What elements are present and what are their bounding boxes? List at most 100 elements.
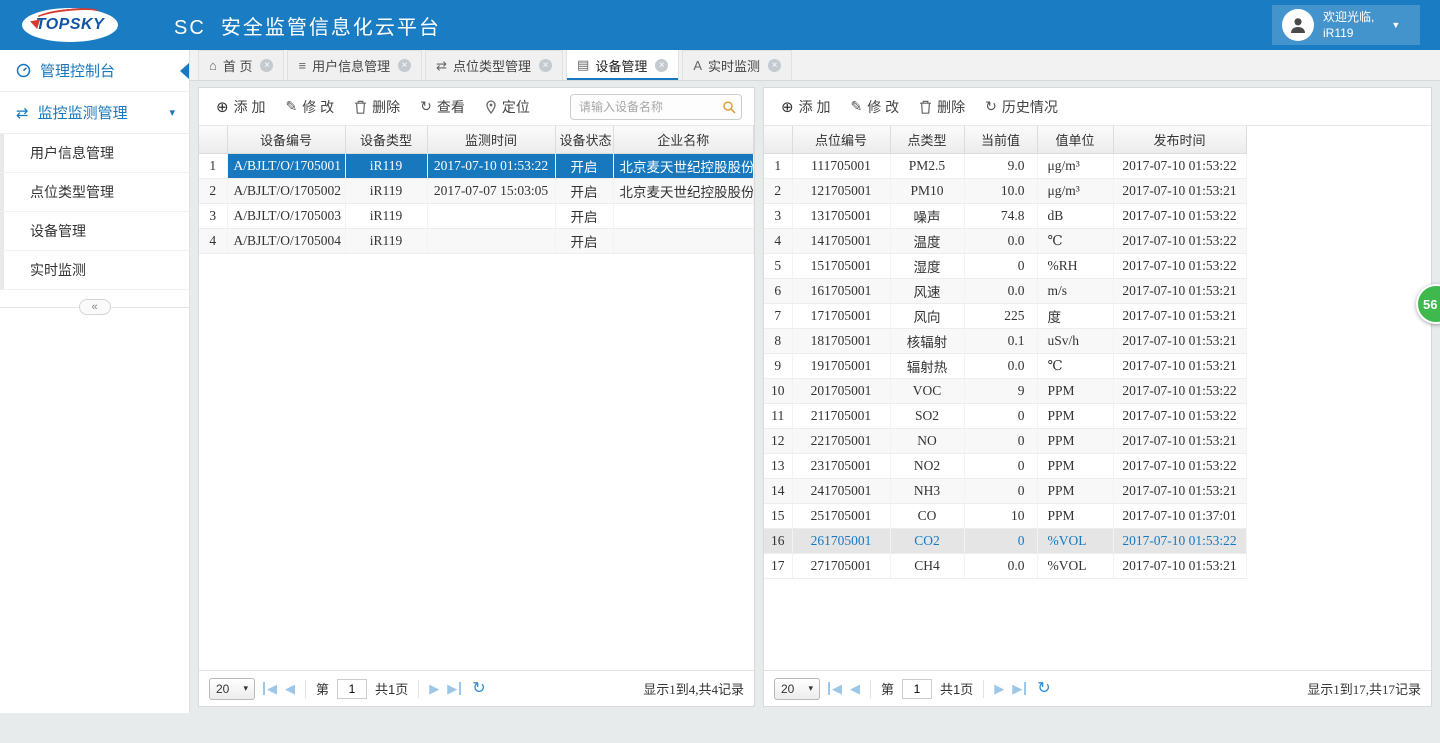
table-row[interactable]: 3A/BJLT/O/1705003iR119开启 <box>199 203 754 228</box>
add-button[interactable]: ⊕ 添 加 <box>207 93 274 121</box>
table-cell: 211705001 <box>792 403 890 428</box>
table-row[interactable]: 12221705001NO0PPM2017-07-10 01:53:21 <box>764 428 1246 453</box>
app-window: TOPSKY SC 安全监管信息化云平台 欢迎光临, iR119 ▼ <box>0 0 1440 743</box>
chevron-down-icon[interactable]: ▼ <box>1391 20 1400 30</box>
table-cell: %RH <box>1037 253 1113 278</box>
table-row[interactable]: 6161705001风速0.0m/s2017-07-10 01:53:21 <box>764 278 1246 303</box>
table-row[interactable]: 15251705001CO10PPM2017-07-10 01:37:01 <box>764 503 1246 528</box>
table-row[interactable]: 5151705001湿度0%RH2017-07-10 01:53:22 <box>764 253 1246 278</box>
chevron-down-icon[interactable]: ▾ <box>169 106 175 119</box>
table-row[interactable]: 2A/BJLT/O/1705002iR1192017-07-07 15:03:0… <box>199 178 754 203</box>
table-row[interactable]: 2121705001PM1010.0μg/m³2017-07-10 01:53:… <box>764 178 1246 203</box>
table-cell: 10.0 <box>964 178 1037 203</box>
search-input[interactable] <box>570 94 742 120</box>
prev-page-button[interactable]: ◀ <box>850 682 860 695</box>
search-icon[interactable] <box>722 100 736 119</box>
tab-label: 设备管理 <box>595 56 647 75</box>
table-cell: CO2 <box>890 528 964 553</box>
table-cell: 9 <box>964 378 1037 403</box>
delete-button[interactable]: 删除 <box>345 93 409 121</box>
last-page-button[interactable]: ▶ <box>447 682 461 695</box>
device-management-panel: ⊕ 添 加 ✎ 修 改 删除 <box>198 87 755 707</box>
tab-point-type-management[interactable]: ⇄点位类型管理× <box>425 50 563 80</box>
table-row[interactable]: 7171705001风向225度2017-07-10 01:53:21 <box>764 303 1246 328</box>
history-button[interactable]: ↻ 历史情况 <box>976 93 1067 121</box>
table-row[interactable]: 11211705001SO20PPM2017-07-10 01:53:22 <box>764 403 1246 428</box>
table-cell: 191705001 <box>792 353 890 378</box>
page-size-select[interactable]: 20 ▾ <box>774 678 820 700</box>
page-total-label: 共1页 <box>375 679 408 698</box>
refresh-icon[interactable]: ↻ <box>1037 681 1050 697</box>
table-row[interactable]: 9191705001辐射热0.0℃2017-07-10 01:53:21 <box>764 353 1246 378</box>
tab-close-icon[interactable]: × <box>398 59 411 72</box>
table-cell: 3 <box>764 203 792 228</box>
table-cell: 151705001 <box>792 253 890 278</box>
delete-button[interactable]: 删除 <box>910 93 974 121</box>
tab-close-icon[interactable]: × <box>768 59 781 72</box>
table-row[interactable]: 3131705001噪声74.8dB2017-07-10 01:53:22 <box>764 203 1246 228</box>
table-cell: 2017-07-10 01:53:21 <box>1113 328 1246 353</box>
table-row[interactable]: 4141705001温度0.0℃2017-07-10 01:53:22 <box>764 228 1246 253</box>
sidebar-item-management-console[interactable]: 管理控制台 <box>0 50 189 92</box>
sidebar-item-realtime-monitor[interactable]: 实时监测 <box>0 251 189 290</box>
last-page-button[interactable]: ▶ <box>1012 682 1026 695</box>
sidebar-collapse-row: « <box>0 294 189 320</box>
page-number-input[interactable] <box>902 679 932 699</box>
locate-button[interactable]: 定位 <box>476 93 539 121</box>
table-row[interactable]: 1111705001PM2.59.0μg/m³2017-07-10 01:53:… <box>764 153 1246 178</box>
next-page-button[interactable]: ▶ <box>994 682 1004 695</box>
tab-realtime-monitor[interactable]: A实时监测× <box>682 50 792 80</box>
next-page-button[interactable]: ▶ <box>429 682 439 695</box>
page-number-input[interactable] <box>337 679 367 699</box>
table-cell: 2017-07-10 01:53:22 <box>1113 153 1246 178</box>
table-cell: PM2.5 <box>890 153 964 178</box>
table-cell: 风向 <box>890 303 964 328</box>
table-cell: SO2 <box>890 403 964 428</box>
table-cell: 4 <box>199 228 227 253</box>
first-page-button[interactable]: ◀ <box>828 682 842 695</box>
table-row[interactable]: 10201705001VOC9PPM2017-07-10 01:53:22 <box>764 378 1246 403</box>
page-size-select[interactable]: 20 ▾ <box>209 678 255 700</box>
records-summary: 显示1到17,共17记录 <box>1307 679 1421 698</box>
table-row[interactable]: 4A/BJLT/O/1705004iR119开启 <box>199 228 754 253</box>
sidebar-submenu: 用户信息管理点位类型管理设备管理实时监测 <box>0 134 189 290</box>
user-menu[interactable]: 欢迎光临, iR119 ▼ <box>1272 5 1420 45</box>
table-cell <box>613 203 754 228</box>
sidebar-item-monitoring-management[interactable]: ⇄ 监控监测管理 ▾ <box>0 92 189 134</box>
transfer-icon: ⇄ <box>436 58 447 74</box>
table-cell: 74.8 <box>964 203 1037 228</box>
table-cell: 2017-07-10 01:53:21 <box>1113 478 1246 503</box>
tab-device-management[interactable]: ▤设备管理× <box>566 49 679 80</box>
device-toolbar: ⊕ 添 加 ✎ 修 改 删除 <box>199 88 754 126</box>
tab-close-icon[interactable]: × <box>260 59 273 72</box>
table-row[interactable]: 16261705001CO20%VOL2017-07-10 01:53:22 <box>764 528 1246 553</box>
tab-close-icon[interactable]: × <box>539 59 552 72</box>
table-row[interactable]: 8181705001核辐射0.1uSv/h2017-07-10 01:53:21 <box>764 328 1246 353</box>
view-button[interactable]: ↻ 查看 <box>411 93 474 121</box>
table-row[interactable]: 1A/BJLT/O/1705001iR1192017-07-10 01:53:2… <box>199 153 754 178</box>
tab-home[interactable]: ⌂首 页× <box>198 50 284 80</box>
tab-user-info-management[interactable]: ≡用户信息管理× <box>287 50 422 80</box>
prev-page-button[interactable]: ◀ <box>285 682 295 695</box>
button-label: 修 改 <box>867 97 899 117</box>
sidebar-collapse-button[interactable]: « <box>79 299 111 315</box>
edit-button[interactable]: ✎ 修 改 <box>276 93 343 121</box>
sidebar-item-user-info-management[interactable]: 用户信息管理 <box>0 134 189 173</box>
refresh-icon: ↻ <box>420 98 432 115</box>
table-cell <box>427 203 555 228</box>
tab-label: 首 页 <box>223 56 253 75</box>
table-cell: 14 <box>764 478 792 503</box>
table-row[interactable]: 17271705001CH40.0%VOL2017-07-10 01:53:21 <box>764 553 1246 578</box>
first-page-button[interactable]: ◀ <box>263 682 277 695</box>
table-row[interactable]: 13231705001NO20PPM2017-07-10 01:53:22 <box>764 453 1246 478</box>
tab-close-icon[interactable]: × <box>655 59 668 72</box>
divider <box>305 680 306 698</box>
edit-button[interactable]: ✎ 修 改 <box>841 93 908 121</box>
sidebar-item-device-management[interactable]: 设备管理 <box>0 212 189 251</box>
sidebar-item-point-type-management[interactable]: 点位类型管理 <box>0 173 189 212</box>
table-row[interactable]: 14241705001NH30PPM2017-07-10 01:53:21 <box>764 478 1246 503</box>
tab-bar: ⌂首 页×≡用户信息管理×⇄点位类型管理×▤设备管理×A实时监测× <box>190 50 1440 81</box>
table-cell: NO2 <box>890 453 964 478</box>
refresh-icon[interactable]: ↻ <box>472 681 485 697</box>
add-button[interactable]: ⊕ 添 加 <box>772 93 839 121</box>
